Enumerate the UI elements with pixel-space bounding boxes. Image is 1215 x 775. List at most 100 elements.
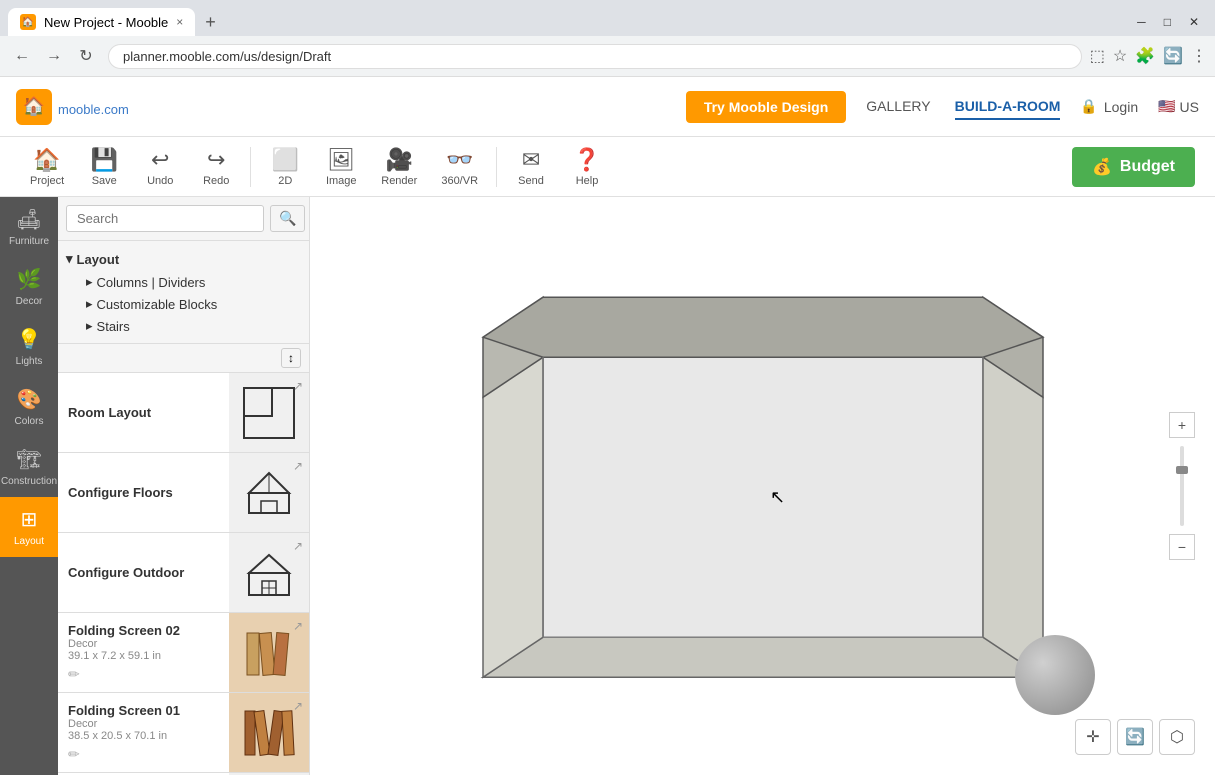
extension-icon[interactable]: 🧩 <box>1135 46 1155 66</box>
list-item[interactable]: Folding Screen 02 Decor 39.1 x 7.2 x 59.… <box>58 613 309 693</box>
configure-outdoor-thumb <box>239 543 299 603</box>
toolbar: 🏠 Project 💾 Save ↩ Undo ↪ Redo ⬜ 2D 🖼 Im… <box>0 137 1215 197</box>
item-info: Folding Screen 02 Decor 39.1 x 7.2 x 59.… <box>58 613 229 692</box>
decor-icon: 🌿 <box>17 267 42 292</box>
search-bar: 🔍 <box>58 197 309 241</box>
search-button[interactable]: 🔍 <box>270 205 305 232</box>
2d-tool-button[interactable]: ⬜ 2D <box>259 141 311 193</box>
folding-screen-02-thumb <box>239 623 299 683</box>
item-info: Room Layout <box>58 373 229 452</box>
room-3d-view <box>463 257 1063 697</box>
login-button[interactable]: 🔒 Login <box>1080 98 1138 115</box>
item-arrow-icon: ↗ <box>293 539 303 553</box>
reload-button[interactable]: ↻ <box>72 42 100 70</box>
save-tool-button[interactable]: 💾 Save <box>78 141 130 193</box>
cube-button[interactable]: ⬡ <box>1159 719 1195 755</box>
undo-tool-button[interactable]: ↩ Undo <box>134 141 186 193</box>
list-item[interactable]: Folding Screen 01 Decor 38.5 x 20.5 x 70… <box>58 693 309 773</box>
budget-button[interactable]: 💰 Budget <box>1072 147 1195 187</box>
cast-icon[interactable]: ⬚ <box>1090 46 1105 66</box>
tree-header[interactable]: ▾ Layout <box>66 247 301 271</box>
move-button[interactable]: ✛ <box>1075 719 1111 755</box>
gallery-nav-item[interactable]: GALLERY <box>866 94 930 120</box>
undo-icon: ↩ <box>151 147 169 173</box>
item-thumbnail: ↗ <box>229 533 309 612</box>
sidebar-item-colors[interactable]: 🎨 Colors <box>0 377 58 437</box>
active-tab[interactable]: 🏠 New Project - Mooble × <box>8 8 195 36</box>
sidebar-item-construction[interactable]: 🏗 Construction <box>0 437 58 497</box>
forward-button[interactable]: → <box>40 42 68 70</box>
list-item[interactable]: Configure Outdoor ↗ <box>58 533 309 613</box>
bottom-action-buttons: ✛ 🔄 ⬡ <box>1075 719 1195 755</box>
send-tool-button[interactable]: ✉ Send <box>505 141 557 193</box>
tree-item-blocks[interactable]: ▸ Customizable Blocks <box>66 293 301 315</box>
tree-item-columns[interactable]: ▸ Columns | Dividers <box>66 271 301 293</box>
search-input[interactable] <box>66 205 264 232</box>
save-icon: 💾 <box>91 147 118 173</box>
build-a-room-nav-item[interactable]: BUILD-A-ROOM <box>955 94 1061 120</box>
sort-button[interactable]: ↕ <box>281 348 301 368</box>
tree-section: ▾ Layout ▸ Columns | Dividers ▸ Customiz… <box>58 241 309 343</box>
back-button[interactable]: ← <box>8 42 36 70</box>
sort-bar: ↕ <box>58 343 309 373</box>
more-icon[interactable]: ⋮ <box>1191 46 1207 66</box>
sidebar-item-layout[interactable]: ⊞ Layout <box>0 497 58 557</box>
sidebar-item-lights[interactable]: 💡 Lights <box>0 317 58 377</box>
furniture-icon: 🛋 <box>16 207 41 232</box>
sphere-display <box>1015 635 1095 715</box>
item-thumbnail: ↗ <box>229 453 309 532</box>
us-button[interactable]: 🇺🇸 US <box>1158 98 1199 115</box>
tree-item-stairs[interactable]: ▸ Stairs <box>66 315 301 337</box>
tree-chevron-icon: ▾ <box>66 251 73 267</box>
rotate-button[interactable]: 🔄 <box>1117 719 1153 755</box>
minimize-button[interactable]: ─ <box>1129 13 1154 31</box>
header-nav: GALLERY BUILD-A-ROOM <box>866 94 1060 120</box>
zoom-out-button[interactable]: − <box>1169 534 1195 560</box>
edit-icon: ✏ <box>68 666 219 683</box>
render-tool-button[interactable]: 🎥 Render <box>371 141 427 193</box>
2d-icon: ⬜ <box>272 147 299 173</box>
3d-view-area[interactable]: ↖ ✛ 🔄 ⬡ + − <box>310 197 1215 775</box>
item-arrow-icon: ↗ <box>293 619 303 633</box>
sidebar-icons: 🛋 Furniture 🌿 Decor 💡 Lights 🎨 Colors 🏗 … <box>0 197 58 775</box>
item-arrow-icon: ↗ <box>293 379 303 393</box>
bookmark-icon[interactable]: ☆ <box>1113 46 1127 66</box>
list-item[interactable]: Room Layout ↗ <box>58 373 309 453</box>
colors-icon: 🎨 <box>17 387 42 412</box>
try-mooble-button[interactable]: Try Mooble Design <box>686 91 846 123</box>
navigation-sphere[interactable] <box>1015 635 1095 715</box>
list-item[interactable]: Configure Floors ↗ <box>58 453 309 533</box>
address-input[interactable] <box>108 44 1082 69</box>
tab-favicon: 🏠 <box>20 14 36 30</box>
tree-arrow-icon-3: ▸ <box>86 318 93 334</box>
zoom-handle[interactable] <box>1176 466 1188 474</box>
folding-screen-01-thumb <box>239 703 299 763</box>
layout-icon: ⊞ <box>21 507 38 532</box>
close-window-button[interactable]: ✕ <box>1181 13 1207 31</box>
tree-arrow-icon: ▸ <box>86 274 93 290</box>
logo-text: mooble.com <box>58 94 129 120</box>
left-panel: 🔍 ▾ Layout ▸ Columns | Dividers ▸ Custom… <box>58 197 310 775</box>
send-icon: ✉ <box>522 147 540 173</box>
360vr-icon: 👓 <box>446 147 473 173</box>
redo-tool-button[interactable]: ↪ Redo <box>190 141 242 193</box>
redo-icon: ↪ <box>207 147 225 173</box>
room-layout-thumb <box>239 383 299 443</box>
item-thumbnail: ↗ <box>229 373 309 452</box>
sync-icon[interactable]: 🔄 <box>1163 46 1183 66</box>
budget-icon: 💰 <box>1092 157 1112 177</box>
sidebar-item-furniture[interactable]: 🛋 Furniture <box>0 197 58 257</box>
new-tab-button[interactable]: + <box>199 10 222 35</box>
tab-bar: 🏠 New Project - Mooble × + ─ □ ✕ <box>0 0 1215 36</box>
item-info: Folding Screen 01 Decor 38.5 x 20.5 x 70… <box>58 693 229 772</box>
project-tool-button[interactable]: 🏠 Project <box>20 141 74 193</box>
360vr-tool-button[interactable]: 👓 360/VR <box>431 141 488 193</box>
help-tool-button[interactable]: ❓ Help <box>561 141 613 193</box>
sidebar-item-decor[interactable]: 🌿 Decor <box>0 257 58 317</box>
image-tool-button[interactable]: 🖼 Image <box>315 141 367 193</box>
maximize-button[interactable]: □ <box>1156 13 1179 31</box>
edit-icon: ✏ <box>68 746 219 763</box>
logo: 🏠 mooble.com <box>16 89 129 125</box>
tab-close-btn[interactable]: × <box>176 15 183 29</box>
zoom-in-button[interactable]: + <box>1169 412 1195 438</box>
